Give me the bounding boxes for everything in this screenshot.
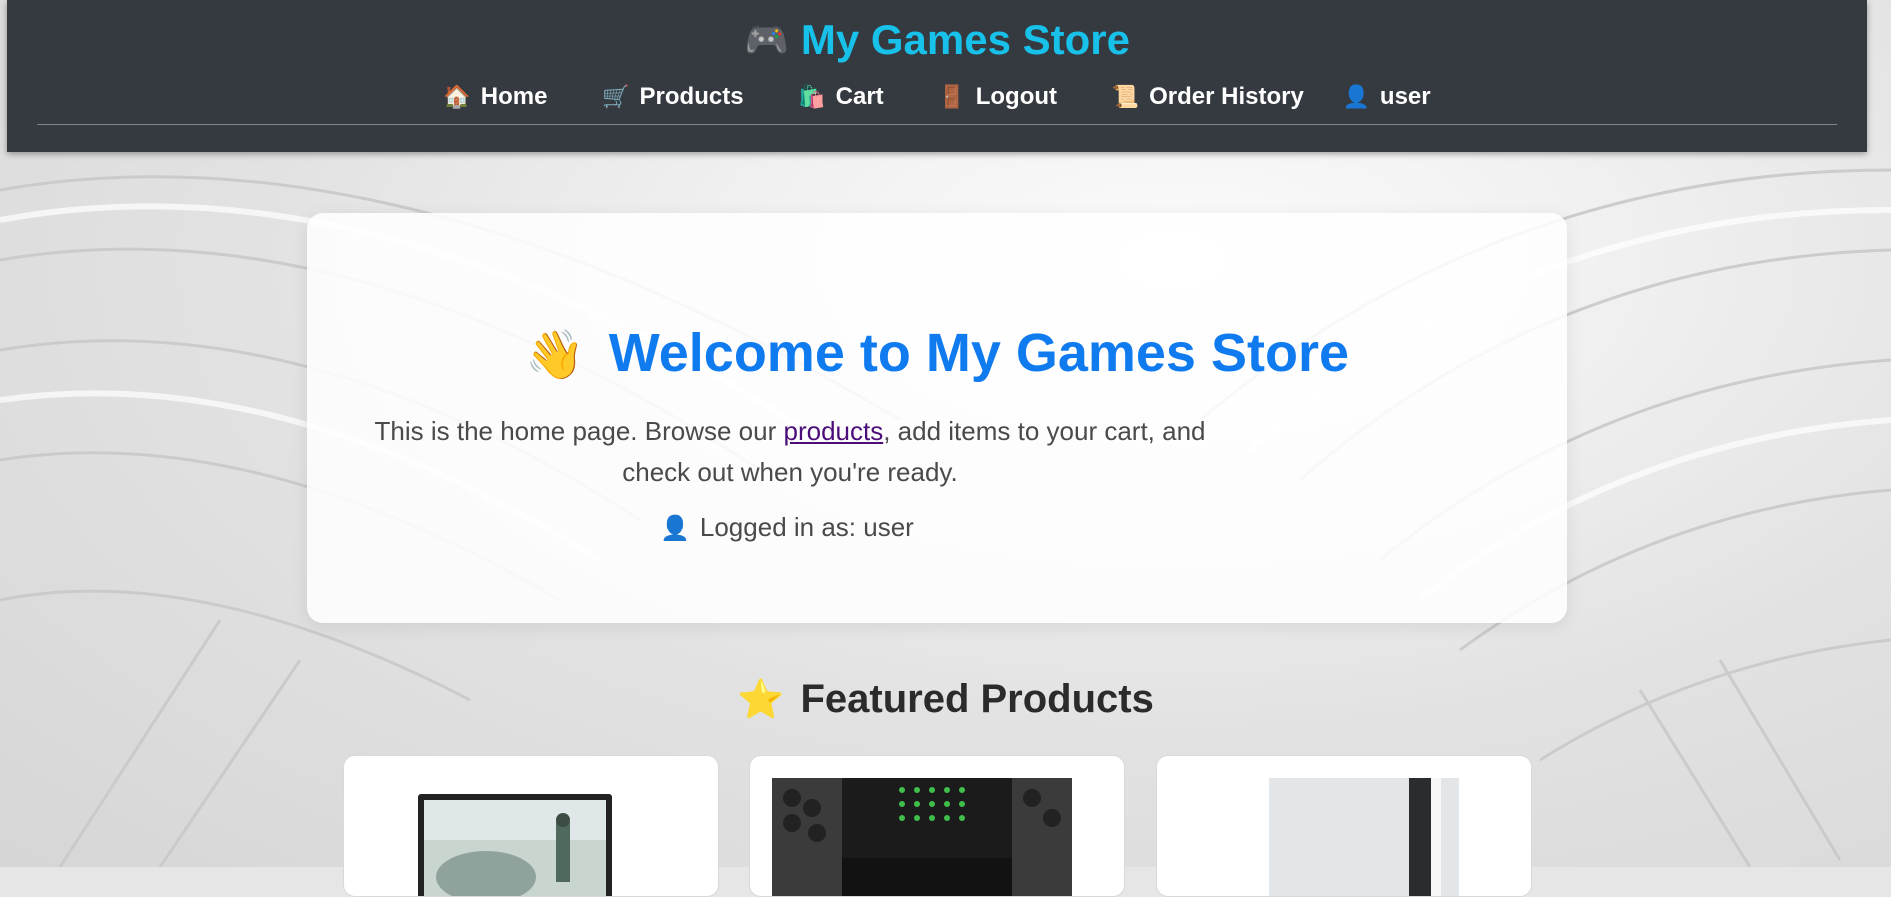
white-console-product-image — [1269, 778, 1459, 896]
featured-title: Featured Products — [800, 677, 1154, 721]
shopping-cart-icon: 🛒 — [602, 84, 630, 109]
products-link[interactable]: products — [783, 416, 883, 446]
waving-hand-icon: 👋 — [525, 329, 585, 382]
shopping-bags-icon: 🛍️ — [798, 84, 826, 109]
nav-products-link[interactable]: 🛒 Products — [602, 80, 743, 114]
house-icon: 🏠 — [443, 84, 471, 109]
nav-order-history-link[interactable]: 📜 Order History — [1112, 80, 1304, 114]
main-nav: 🏠 Home 🛒 Products 🛍️ Cart 🚪 Logout 📜 Order Hi… — [7, 80, 1867, 114]
header-divider — [37, 124, 1837, 125]
game-controller-icon: 🎮 — [744, 18, 789, 60]
logged-in-text: Logged in as: user — [699, 512, 914, 542]
site-brand[interactable]: 🎮 My Games Store — [7, 14, 1867, 69]
product-card[interactable] — [343, 755, 719, 897]
nav-home-link[interactable]: 🏠 Home — [443, 80, 547, 114]
nav-home-label: Home — [480, 83, 548, 110]
xbox-series-x-product-image — [772, 778, 1072, 896]
nav-logout-label: Logout — [975, 83, 1058, 110]
user-silhouette-icon: 👤 — [660, 515, 690, 542]
brand-title: My Games Store — [800, 16, 1130, 63]
nav-user-link[interactable]: 👤 user — [1343, 80, 1431, 114]
nav-products-label: Products — [639, 83, 744, 110]
nav-logout-link[interactable]: 🚪 Logout — [938, 80, 1057, 114]
door-icon: 🚪 — [938, 84, 966, 109]
featured-products-heading: ⭐ Featured Products — [0, 672, 1891, 727]
welcome-heading: 👋 Welcome to My Games Store — [307, 321, 1567, 388]
nav-order-history-label: Order History — [1149, 83, 1304, 110]
nav-cart-label: Cart — [835, 83, 884, 110]
scroll-icon: 📜 — [1111, 84, 1140, 109]
star-icon: ⭐ — [737, 679, 785, 721]
welcome-title: Welcome to My Games Store — [608, 323, 1349, 383]
nav-user-label: user — [1379, 83, 1431, 110]
user-silhouette-icon: 👤 — [1342, 84, 1370, 109]
monitor-product-image — [418, 794, 612, 896]
nav-cart-link[interactable]: 🛍️ Cart — [798, 80, 883, 114]
product-card[interactable] — [1156, 755, 1532, 897]
site-header: 🎮 My Games Store 🏠 Home 🛒 Products 🛍️ Cart 🚪… — [7, 0, 1867, 152]
product-card[interactable] — [749, 755, 1125, 897]
welcome-card: 👋 Welcome to My Games Store This is the h… — [307, 213, 1567, 623]
intro-text-before: This is the home page. Browse our — [374, 416, 784, 446]
intro-paragraph: This is the home page. Browse our produc… — [355, 411, 1225, 493]
